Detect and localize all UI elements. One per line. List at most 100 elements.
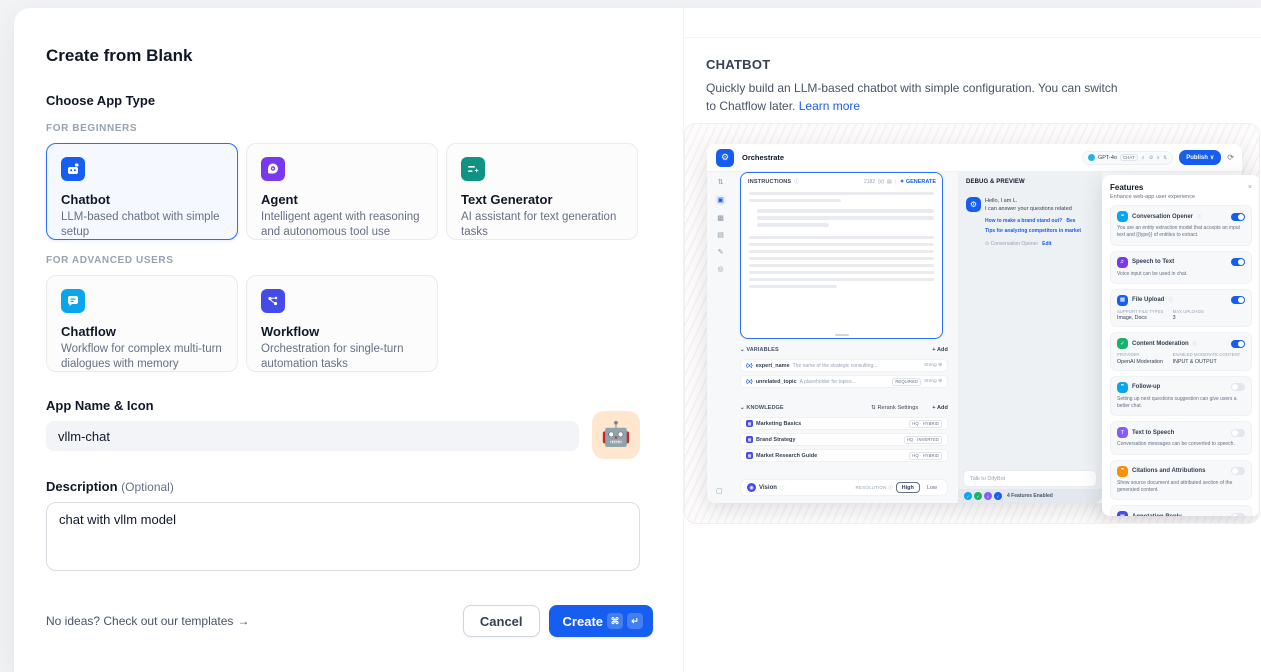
feature-dot-icon: ✓	[984, 492, 992, 500]
card-title: Text Generator	[461, 192, 623, 207]
app-icon-picker-button[interactable]: 🤖	[592, 411, 640, 459]
info-icon: ⓘ	[780, 485, 785, 491]
annotation-reply-icon: ▩	[1117, 511, 1128, 516]
advanced-cards-row: Chatflow Workflow for complex multi-turn…	[46, 275, 653, 372]
toggle-on	[1231, 213, 1245, 221]
features-enabled-strip: ✓ ✓ ✓ ✓ 4 Features Enabled	[958, 489, 1102, 503]
instructions-panel: INSTRUCTIONS ⓘ 2182 {x} ▤ ✦ GENERATE	[740, 172, 943, 339]
close-icon: ×	[1248, 184, 1252, 191]
choose-app-type-label: Choose App Type	[46, 93, 653, 108]
feature-card-text-to-speech: TText to Speech Conversation messages ca…	[1110, 421, 1252, 454]
model-provider-icon	[1088, 154, 1095, 161]
page-title: Create from Blank	[46, 46, 653, 66]
variable-icon: {x}	[878, 179, 884, 185]
text-generator-icon	[461, 157, 485, 181]
feature-card-annotation-reply: ▩Annotation Reply	[1110, 505, 1252, 516]
debug-preview-column: DEBUG & PREVIEW ⚙ Hello, I am L.I can an…	[958, 172, 1102, 503]
card-title: Agent	[261, 192, 423, 207]
add-variable-button: + Add	[932, 347, 948, 353]
follow-up-icon: ❞	[1117, 382, 1128, 393]
vision-icon: ◉	[747, 483, 756, 492]
card-title: Chatbot	[61, 192, 223, 207]
settings-dot-icon: ⚙	[1149, 155, 1153, 161]
robot-emoji-icon: 🤖	[601, 423, 631, 447]
variable-row: {x} expert_name The name of the strategi…	[740, 359, 948, 372]
publish-button: Publish ∨	[1179, 150, 1221, 165]
history-icon: ⟳	[1227, 153, 1234, 162]
description-textarea[interactable]: chat with vllm model	[46, 502, 640, 571]
model-selector-pill: GPT-4o CHAT ♬ ⚙ ∨ ⇅	[1082, 151, 1173, 165]
card-title: Workflow	[261, 324, 423, 339]
app-type-card-chatbot[interactable]: Chatbot LLM-based chatbot with simple se…	[46, 143, 238, 240]
dataset-icon: ▩	[746, 452, 753, 459]
char-count: 2182	[864, 179, 875, 185]
toggle-off	[1231, 513, 1245, 517]
vision-row: ◉ Vision ⓘ RESOLUTION ⓘ High Low	[740, 479, 948, 496]
card-description: LLM-based chatbot with simple setup	[61, 210, 223, 240]
arrow-right-icon: →	[237, 614, 249, 628]
variable-row: {x} unrelated_topic A placeholder for to…	[740, 375, 948, 388]
note-nav-icon: ✎	[718, 248, 724, 256]
microphone-icon: ♬	[1117, 257, 1128, 268]
bot-message: ⚙ Hello, I am L.I can answer your questi…	[966, 197, 1094, 247]
sparkle-icon: ✦	[900, 179, 905, 185]
knowledge-row: ▩ Marketing Basics HQ · HYBRID	[740, 417, 948, 430]
description-optional-hint: (Optional)	[121, 480, 174, 494]
app-name-row: 🤖	[46, 421, 653, 459]
copy-icon: ▤	[887, 179, 892, 185]
enter-key-icon: ↵	[627, 613, 643, 629]
feature-dot-icon: ✓	[964, 492, 972, 500]
feature-dot-icon: ✓	[994, 492, 1002, 500]
knowledge-row: ▩ Brand Strategy HQ · INVERTED	[740, 433, 948, 446]
app-type-card-text-generator[interactable]: Text Generator AI assistant for text gen…	[446, 143, 638, 240]
learn-more-link[interactable]: Learn more	[799, 99, 860, 113]
toggle-off	[1231, 383, 1245, 391]
swap-icon: ⇅	[718, 178, 724, 186]
preview-screenshot-container: ⚙ Orchestrate GPT-4o CHAT ♬ ⚙ ∨ ⇅ Publis…	[684, 123, 1260, 524]
conversation-opener-icon: ❝	[1117, 211, 1128, 222]
shot-mini-sidebar: ⇅ ▣ ▩ ▤ ✎ ◎	[707, 172, 734, 503]
info-icon: ⓘ	[794, 178, 799, 185]
info-icon: ⓘ	[1197, 214, 1202, 220]
toggle-off	[1231, 467, 1245, 475]
app-type-card-chatflow[interactable]: Chatflow Workflow for complex multi-turn…	[46, 275, 238, 372]
preview-heading: CHATBOT	[706, 57, 1261, 72]
card-description: AI assistant for text generation tasks	[461, 210, 623, 240]
app-type-card-workflow[interactable]: Workflow Orchestration for single-turn a…	[246, 275, 438, 372]
chatbot-icon	[61, 157, 85, 181]
beginner-cards-row: Chatbot LLM-based chatbot with simple se…	[46, 143, 653, 240]
knowledge-header: ⌄ KNOWLEDGE ⇅ Rerank Settings + Add	[740, 405, 948, 411]
text-to-speech-icon: T	[1117, 427, 1128, 438]
moderation-icon: ✓	[1117, 338, 1128, 349]
create-button[interactable]: Create ⌘ ↵	[549, 605, 653, 637]
resolution-low-chip: Low	[923, 483, 941, 492]
app-type-card-agent[interactable]: Agent Intelligent agent with reasoning a…	[246, 143, 438, 240]
create-app-modal: Create from Blank Choose App Type FOR BE…	[14, 8, 1261, 672]
chat-input-preview: Talk to DifyBot	[963, 470, 1097, 487]
shot-title: Orchestrate	[742, 153, 784, 162]
card-description: Workflow for complex multi-turn dialogue…	[61, 342, 223, 372]
cancel-button[interactable]: Cancel	[463, 605, 540, 637]
app-name-label: App Name & Icon	[46, 398, 653, 413]
templates-link[interactable]: No ideas? Check out our templates→	[46, 614, 249, 628]
for-advanced-users-label: FOR ADVANCED USERS	[46, 255, 653, 266]
toggle-on	[1231, 296, 1245, 304]
panel-toggle-icon: ▢	[716, 487, 723, 495]
suggested-question: How to make a brand stand out? Bes	[985, 218, 1081, 224]
app-name-input[interactable]	[46, 421, 579, 451]
rerank-icon: ⇅	[871, 405, 876, 411]
orchestrate-nav-icon: ▣	[715, 195, 726, 205]
edit-link: Edit	[1042, 241, 1051, 247]
suggested-question: Tips for analyzing competitors in market	[985, 228, 1081, 234]
mode-chip: CHAT	[1120, 154, 1138, 161]
feature-card-content-moderation: ✓Content Moderationⓘ PROVIDEROpenAI Mode…	[1110, 332, 1252, 371]
instructions-skeleton	[741, 192, 942, 289]
generate-button: ✦ GENERATE	[895, 179, 936, 185]
instructions-header: INSTRUCTIONS ⓘ 2182 {x} ▤ ✦ GENERATE	[741, 173, 942, 188]
shot-topbar: ⚙ Orchestrate GPT-4o CHAT ♬ ⚙ ∨ ⇅ Publis…	[707, 144, 1242, 172]
feature-card-file-upload: ▩File Uploadⓘ SUPPORT FILE TYPESImage, D…	[1110, 289, 1252, 328]
preview-description: Quickly build an LLM-based chatbot with …	[706, 79, 1118, 115]
create-form-pane: Create from Blank Choose App Type FOR BE…	[14, 8, 683, 672]
shot-app-icon: ⚙	[716, 149, 734, 167]
workflow-icon	[261, 289, 285, 313]
